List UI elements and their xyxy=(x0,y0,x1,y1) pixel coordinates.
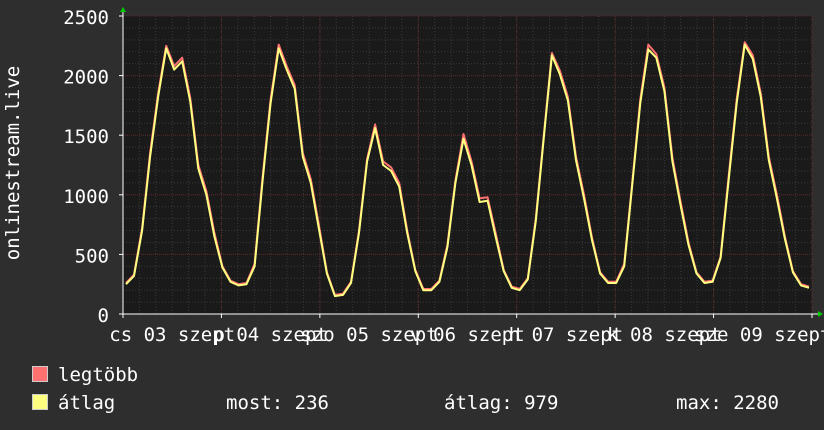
legend-label-atlag: átlag xyxy=(58,392,116,414)
x-axis-arrow-icon xyxy=(818,311,823,317)
y-tick-label: 1500 xyxy=(63,126,109,148)
y-tick-label: 1000 xyxy=(63,186,109,208)
legend-item-atlag: átlag most: 236 átlag: 979 max: 2280 xyxy=(32,393,822,413)
graph-panel: 0 500 1000 1500 2000 2500 cs 03 szept p 04 szep… xyxy=(0,0,824,430)
y-tick-label: 2500 xyxy=(63,7,109,29)
stat-atlag: átlag: 979 xyxy=(444,392,559,414)
legend-label-legtobb: legtöbb xyxy=(58,364,139,386)
stat-max: max: 2280 xyxy=(676,392,779,414)
y-tick-label: 0 xyxy=(98,305,109,327)
x-tick-label: v 06 szept xyxy=(410,324,524,346)
plot-area xyxy=(123,16,812,314)
atlag-swatch xyxy=(32,394,48,410)
x-tick-label: h 07 szept xyxy=(509,324,623,346)
x-tick-label: sze 09 szept xyxy=(694,324,824,346)
y-tick-label: 2000 xyxy=(63,67,109,89)
line-chart: 05001000150020002500cs 03 szeptp 04 szep… xyxy=(2,7,824,346)
y-axis-arrow-icon xyxy=(120,7,126,12)
y-axis-title: onlinestream.live xyxy=(2,66,24,260)
y-tick-label: 500 xyxy=(75,245,109,267)
stat-most: most: 236 xyxy=(226,392,329,414)
legtobb-swatch xyxy=(32,366,48,382)
